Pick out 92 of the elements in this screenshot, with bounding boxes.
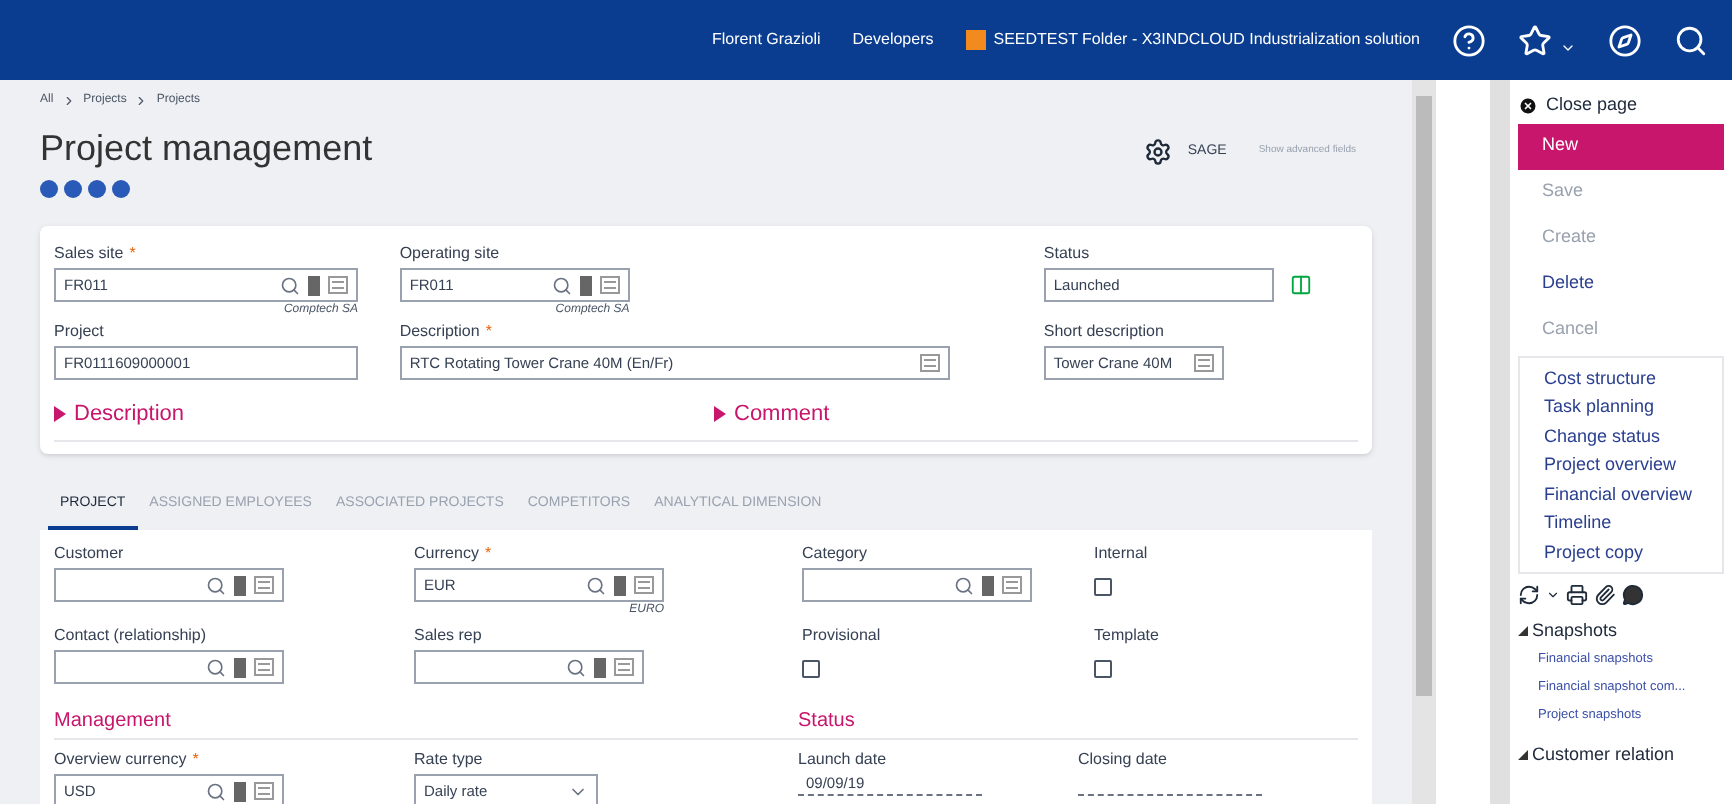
list-icon[interactable] — [254, 658, 274, 676]
required-mark: * — [485, 322, 492, 340]
search-icon[interactable] — [206, 781, 226, 801]
list-icon[interactable] — [1193, 354, 1214, 372]
folder-icon — [965, 30, 986, 50]
help-icon[interactable] — [1452, 23, 1486, 57]
document-icon[interactable] — [980, 575, 996, 595]
page-title: Project management — [40, 126, 373, 172]
field-label: Sales rep — [414, 624, 484, 648]
side-link[interactable]: Change status — [1544, 421, 1698, 450]
search-icon[interactable] — [206, 657, 226, 677]
field-label: Launch date — [798, 748, 889, 772]
document-icon[interactable] — [577, 275, 594, 295]
field-label: Customer — [54, 542, 126, 566]
side-link[interactable]: Timeline — [1544, 508, 1698, 537]
field-label: Sales site * — [54, 242, 138, 266]
field-label: Operating site — [399, 242, 502, 266]
field-label: Project — [54, 320, 106, 344]
paperclip-icon[interactable] — [1594, 584, 1616, 606]
field-label: Provisional — [802, 624, 883, 648]
list-icon[interactable] — [634, 576, 654, 594]
list-icon[interactable] — [919, 354, 940, 372]
required-mark: * — [192, 750, 199, 768]
field-label: Rate type — [414, 748, 485, 772]
list-icon[interactable] — [614, 658, 634, 676]
folder-name[interactable]: SEEDTEST Folder - X3INDCLOUD Industrialization solution — [993, 28, 1420, 52]
field-label: Overview currency * — [54, 748, 201, 772]
section-heading: Status — [798, 706, 1358, 740]
action-button[interactable]: New — [1518, 123, 1724, 169]
search-icon[interactable] — [1674, 23, 1708, 57]
close-page-button[interactable]: Close page — [1546, 92, 1638, 119]
star-icon[interactable] — [1518, 23, 1552, 57]
caret-icon[interactable] — [1546, 588, 1560, 602]
document-icon[interactable] — [232, 657, 248, 677]
scrollbar[interactable] — [1412, 80, 1436, 804]
list-icon[interactable] — [328, 276, 348, 294]
status-icon[interactable] — [1289, 274, 1312, 296]
document-icon[interactable] — [306, 275, 322, 295]
side-link[interactable]: Project overview — [1544, 450, 1698, 479]
action-button[interactable]: Delete — [1518, 261, 1724, 307]
field-label: Currency * — [414, 542, 494, 566]
list-icon[interactable] — [254, 576, 274, 594]
document-icon[interactable] — [232, 781, 248, 801]
side-link[interactable]: Project copy — [1544, 537, 1698, 566]
document-icon[interactable] — [592, 657, 608, 677]
caret-icon[interactable] — [1560, 40, 1576, 56]
field-label: Category — [802, 542, 869, 566]
field-label: Short description — [1043, 320, 1166, 344]
role-name[interactable]: Developers — [852, 28, 934, 52]
refresh-icon[interactable] — [1518, 584, 1540, 606]
gear-icon[interactable] — [1143, 138, 1172, 166]
checkbox[interactable] — [802, 660, 820, 678]
search-icon[interactable] — [566, 657, 586, 677]
search-icon[interactable] — [551, 275, 572, 295]
search-icon[interactable] — [206, 575, 226, 595]
list-icon[interactable] — [254, 782, 274, 800]
list-icon[interactable] — [599, 276, 620, 294]
chevron-icon — [61, 94, 76, 108]
section-toggle[interactable]: Comment — [714, 398, 1114, 431]
group-header[interactable]: Snapshots — [1518, 618, 1724, 645]
checkbox[interactable] — [1094, 578, 1112, 596]
input-field[interactable] — [414, 650, 644, 684]
input-field[interactable] — [54, 650, 284, 684]
section-heading: Management — [54, 706, 798, 740]
chevron-icon — [134, 94, 149, 108]
required-mark: * — [484, 544, 492, 562]
required-mark: * — [129, 244, 136, 262]
field-label: Template — [1094, 624, 1161, 648]
compass-icon[interactable] — [1608, 23, 1642, 57]
section-toggle[interactable]: Description — [54, 398, 714, 431]
field-label: Internal — [1094, 542, 1150, 566]
user-name[interactable]: Florent Grazioli — [712, 28, 821, 52]
checkbox[interactable] — [1094, 660, 1112, 678]
input-field[interactable] — [54, 568, 284, 602]
list-icon[interactable] — [1002, 576, 1022, 594]
document-icon[interactable] — [232, 575, 248, 595]
side-link[interactable]: Task planning — [1544, 392, 1698, 421]
search-icon[interactable] — [586, 575, 606, 595]
print-icon[interactable] — [1566, 584, 1588, 606]
field-label: Status — [1043, 242, 1092, 266]
field-label: Contact (relationship) — [54, 624, 209, 648]
input-field[interactable] — [802, 568, 1032, 602]
field-label: Closing date — [1078, 748, 1169, 772]
comment-icon[interactable] — [1622, 584, 1644, 606]
document-icon[interactable] — [612, 575, 628, 595]
group-header[interactable]: Customer relation — [1518, 741, 1724, 768]
search-icon[interactable] — [280, 275, 300, 295]
side-link[interactable]: Financial overview — [1544, 479, 1698, 508]
field-label: Description * — [399, 320, 494, 344]
close-icon[interactable] — [1518, 95, 1538, 116]
side-link[interactable]: Cost structure — [1544, 363, 1698, 392]
search-icon[interactable] — [954, 575, 974, 595]
